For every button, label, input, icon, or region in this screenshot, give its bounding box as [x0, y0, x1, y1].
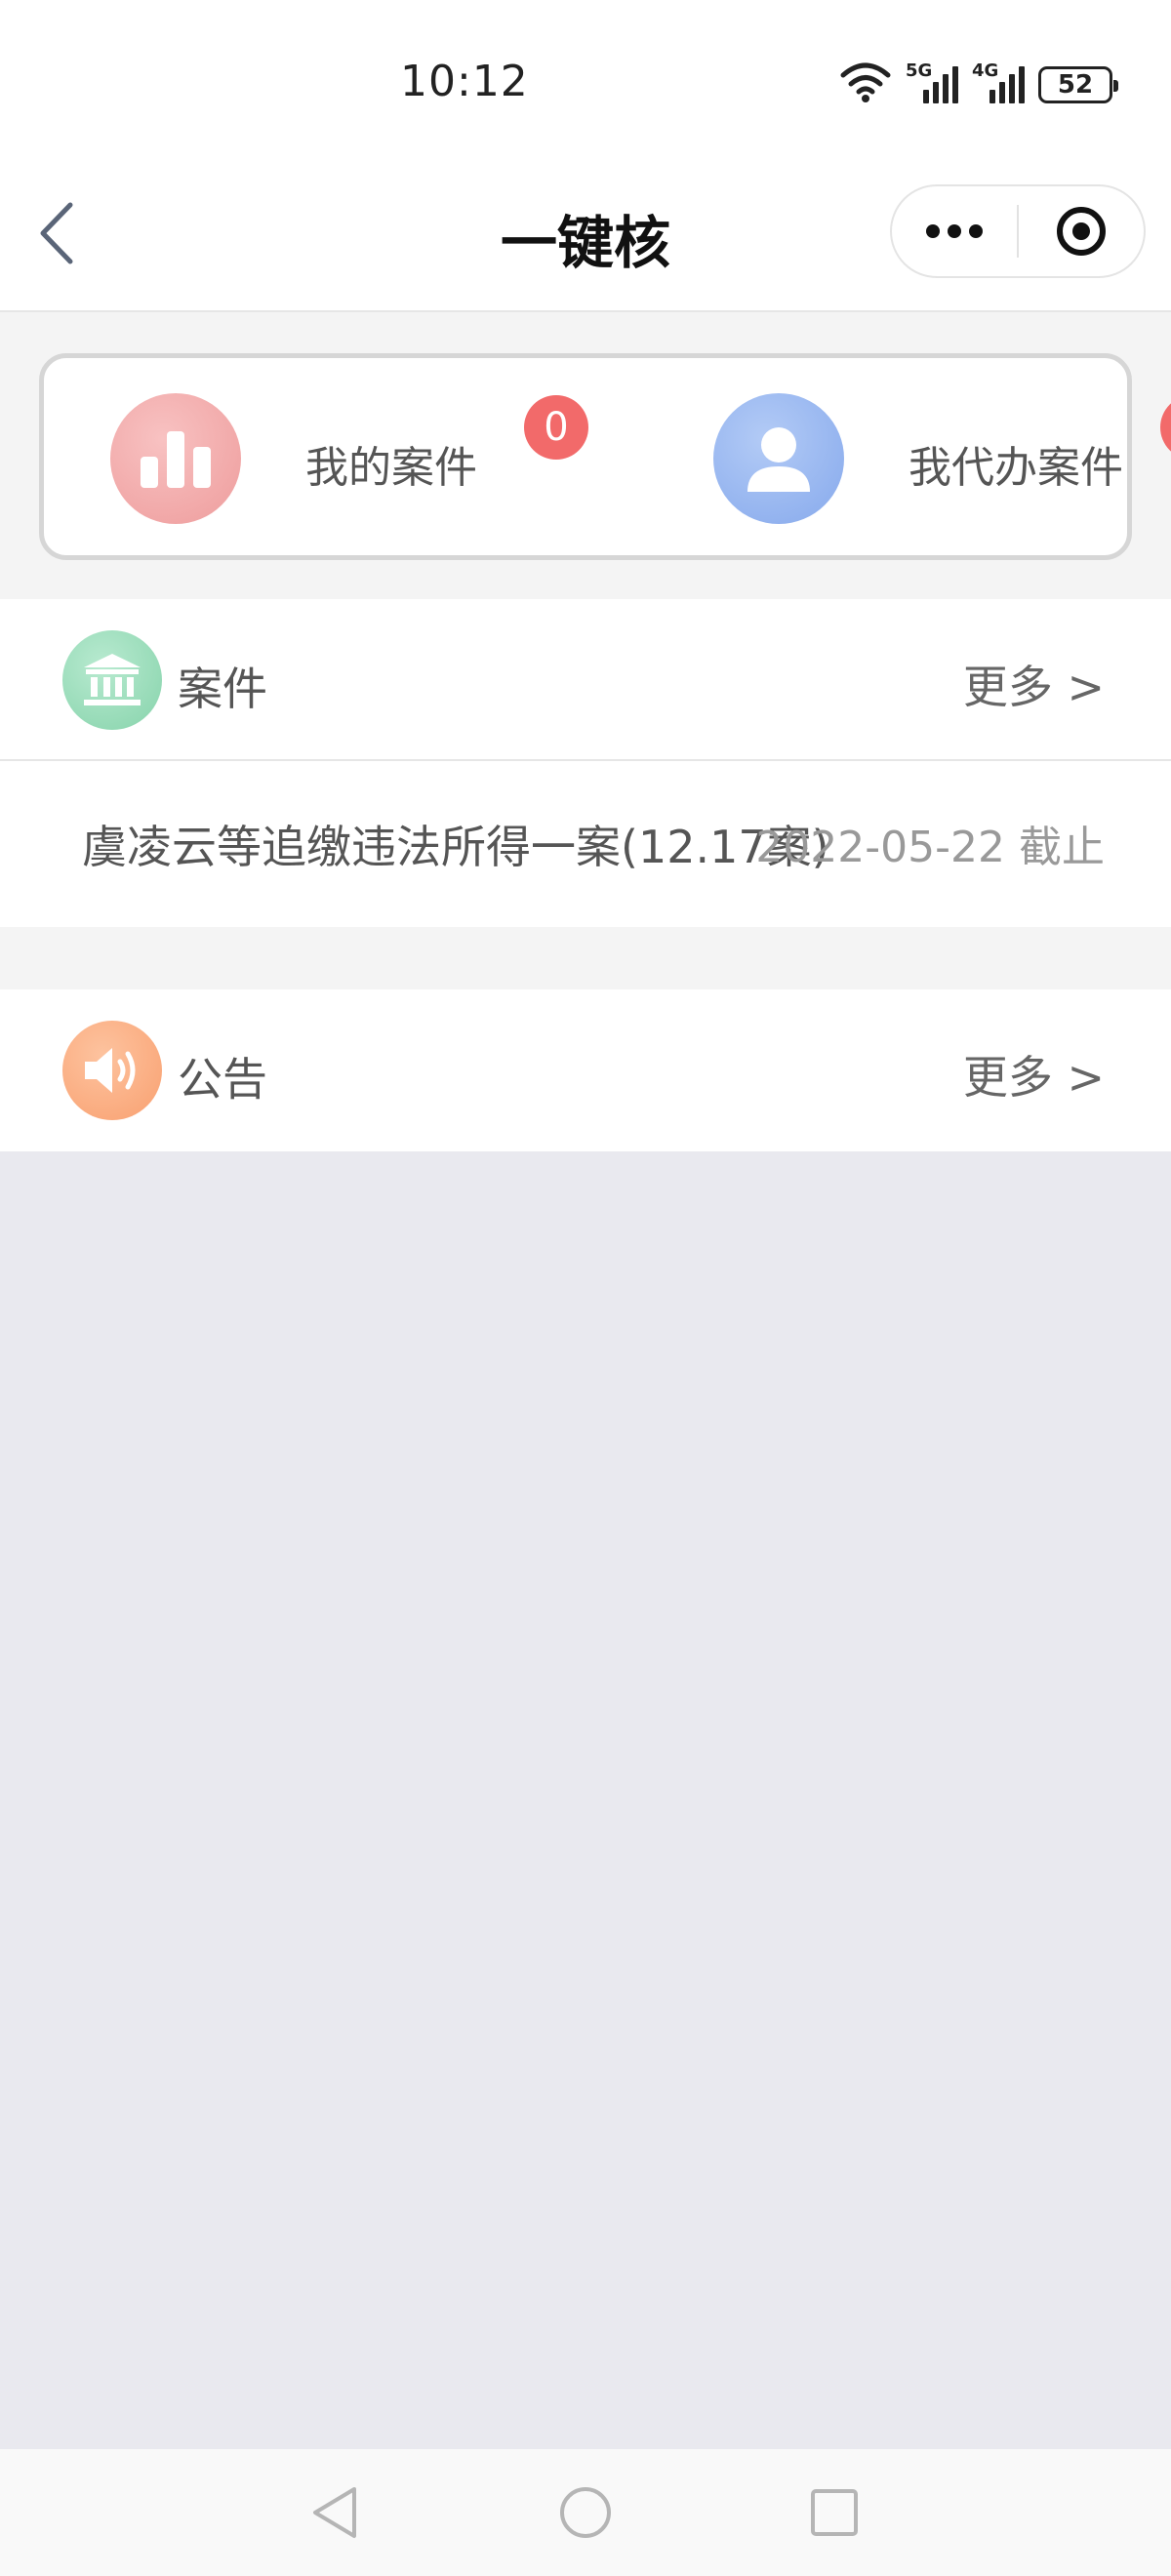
system-back-button[interactable]: [301, 2478, 369, 2547]
case-deadline: 2022-05-22 截止: [755, 823, 1105, 872]
status-time: 10:12: [400, 57, 529, 106]
bar-chart-icon: [110, 393, 241, 524]
cases-title: 案件: [178, 663, 267, 715]
agent-cases-button[interactable]: 我代办案件 0: [713, 393, 1171, 530]
case-list-item[interactable]: 虞凌云等追缴违法所得一案(12.17案) 2022-05-22 截止: [0, 761, 1171, 925]
system-nav-bar: [0, 2449, 1171, 2576]
my-cases-button[interactable]: 我的案件 0: [110, 393, 618, 530]
cases-more-link[interactable]: 更多 >: [963, 652, 1105, 716]
status-icons: 5G 4G 52: [839, 60, 1118, 109]
notice-header: 公告 更多 >: [0, 989, 1171, 1151]
quick-actions-card: 我的案件 0 我代办案件 0: [39, 353, 1171, 560]
agent-cases-label: 我代办案件: [909, 443, 1123, 493]
system-recents-button[interactable]: [800, 2478, 868, 2547]
signal-4g-icon: 4G: [972, 60, 1025, 103]
notice-section: 公告 更多 >: [0, 989, 1171, 1151]
system-home-button[interactable]: [551, 2478, 620, 2547]
nav-bar: 一键核: [0, 156, 1171, 312]
my-cases-label: 我的案件: [305, 443, 477, 493]
square-recents-icon: [811, 2489, 858, 2536]
circle-home-icon: [560, 2487, 611, 2538]
more-dots-icon: [926, 224, 983, 238]
more-button[interactable]: [892, 184, 1017, 278]
target-icon: [1056, 207, 1106, 256]
app-page: 10:12 5G 4G 52 一键核 我的案件 0 我代办案件 案件 更多 > …: [0, 0, 1171, 2576]
battery-icon: 52: [1038, 66, 1118, 103]
notice-title: 公告: [178, 1053, 267, 1106]
cases-header: 案件 更多 >: [0, 599, 1171, 761]
bank-icon: [62, 630, 162, 730]
agent-cases-badge: 0: [1160, 395, 1171, 460]
signal-5g-icon: 5G: [906, 60, 958, 103]
triangle-back-icon: [313, 2487, 356, 2538]
notice-more-link[interactable]: 更多 >: [963, 1042, 1105, 1107]
miniprogram-capsule: [890, 184, 1146, 278]
cases-section: 案件 更多 > 虞凌云等追缴违法所得一案(12.17案) 2022-05-22 …: [0, 599, 1171, 927]
speaker-icon: [62, 1021, 162, 1120]
person-icon: [713, 393, 844, 524]
wifi-icon: [839, 61, 892, 108]
close-button[interactable]: [1019, 184, 1144, 278]
case-name: 虞凌云等追缴违法所得一案(12.17案): [82, 821, 829, 873]
status-bar: 10:12 5G 4G 52: [0, 0, 1171, 156]
my-cases-badge: 0: [524, 395, 588, 460]
